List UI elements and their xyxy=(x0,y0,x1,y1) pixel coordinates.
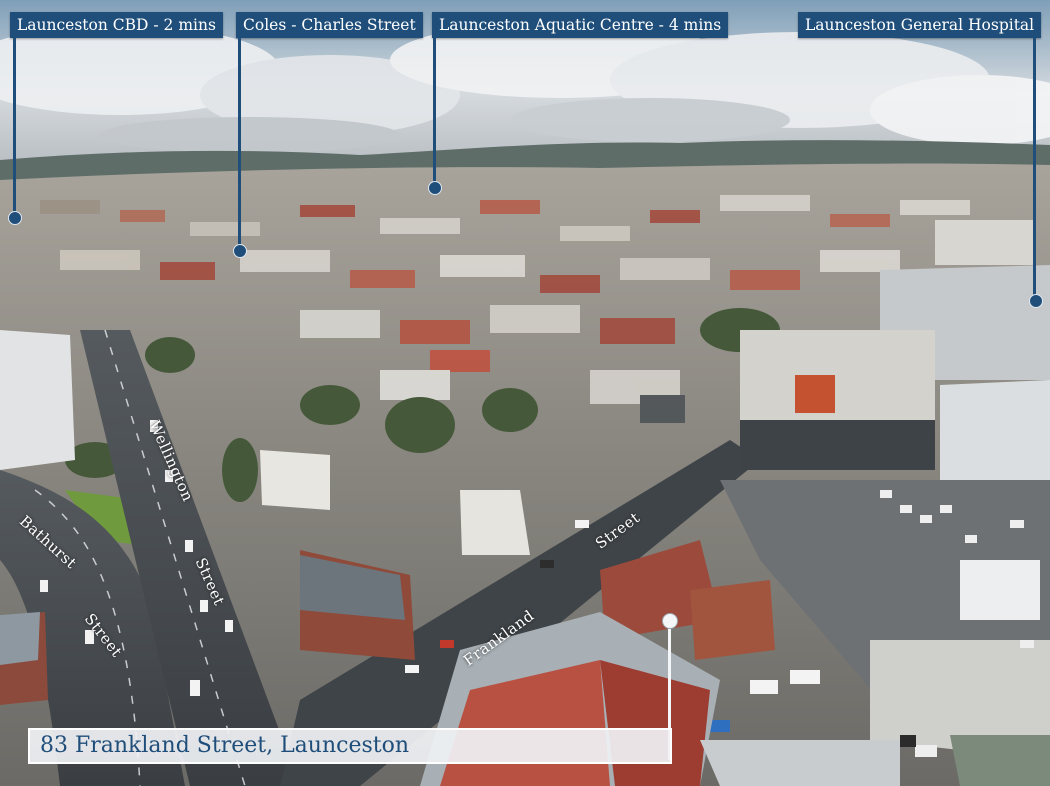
poi-pin-general-hospital xyxy=(1029,294,1043,308)
address-callout: 83 Frankland Street, Launceston xyxy=(28,728,672,764)
aerial-scene xyxy=(0,0,1050,786)
poi-pin-line-coles xyxy=(238,37,241,247)
poi-label-general-hospital: Launceston General Hospital xyxy=(798,12,1042,38)
poi-label-aquatic-centre: Launceston Aquatic Centre - 4 mins xyxy=(432,12,729,38)
poi-pin-coles xyxy=(233,244,247,258)
poi-pin-line-general-hospital xyxy=(1033,37,1036,297)
poi-label-cbd: Launceston CBD - 2 mins xyxy=(10,12,223,38)
address-pin xyxy=(662,613,678,629)
poi-pin-aquatic-centre xyxy=(428,181,442,195)
poi-pin-cbd xyxy=(8,211,22,225)
poi-label-coles: Coles - Charles Street xyxy=(236,12,423,38)
aerial-photo: Launceston CBD - 2 mins Coles - Charles … xyxy=(0,0,1050,786)
poi-pin-line-aquatic-centre xyxy=(433,37,436,185)
red-cylinder xyxy=(795,375,835,413)
poi-pin-line-cbd xyxy=(13,37,16,215)
address-text: 83 Frankland Street, Launceston xyxy=(40,733,410,758)
